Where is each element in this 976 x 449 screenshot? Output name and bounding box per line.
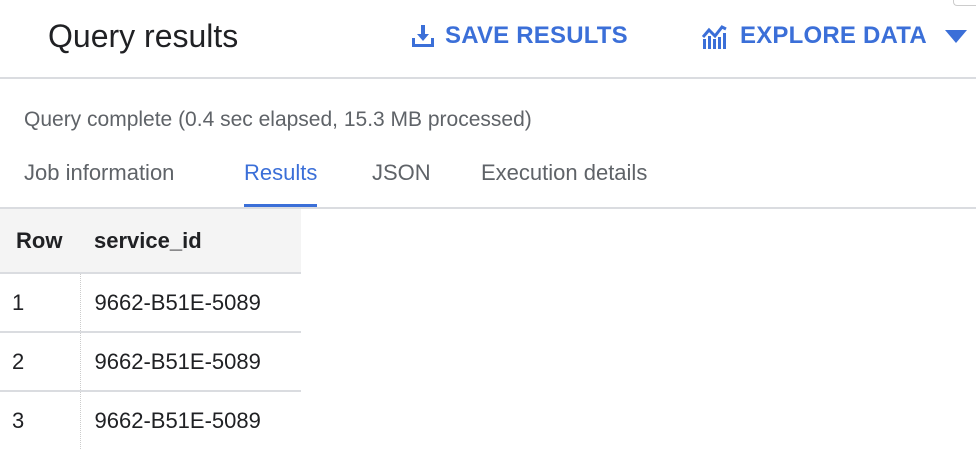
row-number: 2 [0, 331, 80, 391]
query-status: Query complete (0.4 sec elapsed, 15.3 MB… [24, 108, 532, 131]
tab-results[interactable]: Results [244, 160, 318, 208]
row-number: 3 [0, 390, 80, 449]
service-id-cell: 9662-B51E-5089 [79, 390, 301, 449]
table-row: 1 9662-B51E-5089 [0, 272, 301, 332]
service-id-cell: 9662-B51E-5089 [79, 272, 301, 332]
chart-icon [702, 25, 727, 49]
explore-data-button[interactable]: EXPLORE DATA [702, 22, 967, 50]
header-divider [0, 77, 976, 79]
column-header-service-id: service_id [80, 209, 301, 273]
table-header-row: Row service_id [0, 209, 301, 273]
table-row: 3 9662-B51E-5089 [0, 390, 301, 449]
service-id-cell: 9662-B51E-5089 [79, 331, 301, 391]
dropdown-caret-icon[interactable] [944, 29, 967, 43]
results-table: Row service_id 1 9662-B51E-5089 2 9662-B… [0, 209, 301, 449]
column-header-row: Row [0, 209, 80, 273]
tab-job-information[interactable]: Job information [24, 160, 174, 208]
window-corner [953, 0, 976, 6]
save-results-button[interactable]: SAVE RESULTS [411, 22, 628, 50]
table-row: 2 9662-B51E-5089 [0, 331, 301, 391]
page-title: Query results [48, 18, 239, 54]
explore-data-label: EXPLORE DATA [740, 22, 927, 49]
tab-execution-details[interactable]: Execution details [481, 160, 647, 208]
download-icon [412, 25, 434, 47]
save-results-label: SAVE RESULTS [445, 22, 628, 49]
row-number: 1 [0, 272, 80, 332]
tab-json[interactable]: JSON [372, 160, 431, 208]
